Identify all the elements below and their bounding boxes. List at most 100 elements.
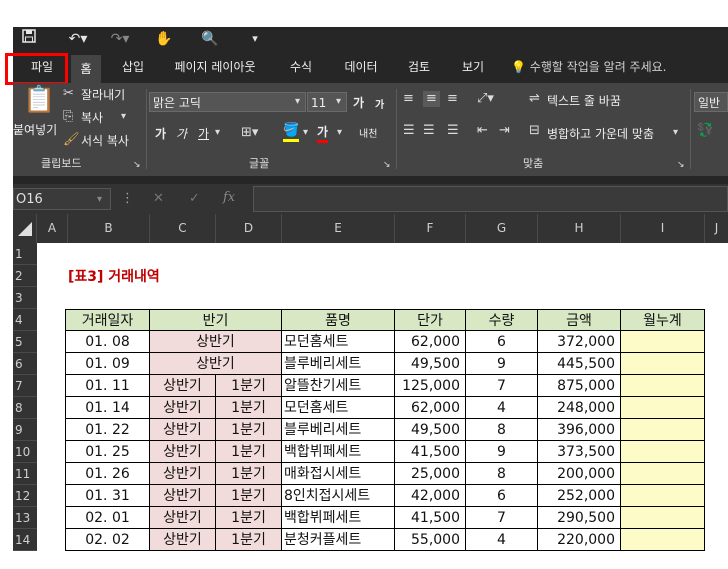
cell-item[interactable]: 블루베리세트 bbox=[282, 419, 395, 441]
cell-price[interactable]: 41,500 bbox=[395, 507, 466, 529]
customize-qat-icon[interactable]: ▾ bbox=[247, 29, 263, 49]
column-header[interactable]: D bbox=[216, 214, 282, 243]
currency-icon[interactable]: 💱 bbox=[697, 123, 713, 139]
column-header[interactable]: E bbox=[282, 214, 395, 243]
cell-cumulative[interactable] bbox=[621, 485, 705, 507]
cell-quarter[interactable]: 1분기 bbox=[216, 463, 282, 485]
cell-cumulative[interactable] bbox=[621, 419, 705, 441]
chevron-down-icon[interactable]: ▾ bbox=[295, 94, 300, 110]
cell-amount[interactable]: 200,000 bbox=[538, 463, 621, 485]
cell-quarter[interactable]: 1분기 bbox=[216, 485, 282, 507]
cell-amount[interactable]: 875,000 bbox=[538, 375, 621, 397]
shrink-font-button[interactable]: 가 bbox=[375, 96, 384, 111]
cell-amount[interactable]: 290,500 bbox=[538, 507, 621, 529]
cell-cumulative[interactable] bbox=[621, 397, 705, 419]
decrease-indent-icon[interactable]: ⇤ bbox=[477, 123, 488, 139]
row-header[interactable]: 9 bbox=[13, 419, 37, 441]
cell-quarter[interactable]: 1분기 bbox=[216, 419, 282, 441]
cell-price[interactable]: 42,000 bbox=[395, 485, 466, 507]
merge-icon[interactable]: ⊟ bbox=[529, 123, 540, 139]
column-header[interactable]: G bbox=[466, 214, 538, 243]
cell-half[interactable]: 상반기 bbox=[150, 331, 282, 353]
cell-date[interactable]: 01. 14 bbox=[65, 397, 150, 419]
tab-home[interactable]: 홈 bbox=[71, 55, 101, 83]
cell-item[interactable]: 매화접시세트 bbox=[282, 463, 395, 485]
wrap-text-button[interactable]: 텍스트 줄 바꿈 bbox=[547, 92, 621, 109]
row-header[interactable]: 11 bbox=[13, 463, 37, 485]
paste-button[interactable]: 붙여넣기 bbox=[13, 121, 57, 138]
fill-color-icon[interactable]: 🪣 bbox=[283, 123, 300, 142]
cell-amount[interactable]: 252,000 bbox=[538, 485, 621, 507]
align-center-icon[interactable]: ☰ bbox=[423, 123, 435, 139]
cell-amount[interactable]: 372,000 bbox=[538, 331, 621, 353]
header-cumulative[interactable]: 월누계 bbox=[621, 309, 705, 331]
enter-icon[interactable]: ✓ bbox=[189, 191, 200, 207]
chevron-down-icon[interactable]: ▾ bbox=[303, 125, 308, 141]
bold-button[interactable]: 가 bbox=[155, 125, 166, 142]
cell-cumulative[interactable] bbox=[621, 441, 705, 463]
cell-qty[interactable]: 4 bbox=[466, 397, 538, 419]
cell-item[interactable]: 백합뷔페세트 bbox=[282, 507, 395, 529]
cell-item[interactable]: 모던홈세트 bbox=[282, 397, 395, 419]
cell-date[interactable]: 01. 25 bbox=[65, 441, 150, 463]
column-header[interactable]: C bbox=[150, 214, 216, 243]
cell-date[interactable]: 01. 31 bbox=[65, 485, 150, 507]
tab-view[interactable]: 보기 bbox=[453, 51, 493, 83]
insert-function-icon[interactable]: fx bbox=[223, 190, 235, 206]
chevron-down-icon[interactable]: ▾ bbox=[337, 125, 342, 141]
cell-date[interactable]: 01. 26 bbox=[65, 463, 150, 485]
cell-price[interactable]: 55,000 bbox=[395, 529, 466, 551]
tell-me-box[interactable]: 💡 수행할 작업을 알려 주세요. bbox=[511, 51, 701, 83]
cell-quarter[interactable]: 1분기 bbox=[216, 397, 282, 419]
chevron-down-icon[interactable]: ▾ bbox=[97, 192, 102, 208]
row-header[interactable]: 2 bbox=[13, 265, 37, 287]
cell-half[interactable]: 상반기 bbox=[150, 441, 216, 463]
cell-amount[interactable]: 248,000 bbox=[538, 397, 621, 419]
cell-date[interactable]: 02. 02 bbox=[65, 529, 150, 551]
tab-data[interactable]: 데이터 bbox=[335, 51, 387, 83]
undo-icon[interactable]: ↶▾ bbox=[63, 29, 93, 49]
cell-price[interactable]: 25,000 bbox=[395, 463, 466, 485]
save-icon[interactable] bbox=[19, 29, 39, 49]
copy-button[interactable]: 복사 bbox=[81, 109, 103, 126]
row-header[interactable]: 14 bbox=[13, 529, 37, 551]
align-right-icon[interactable]: ☰ bbox=[447, 123, 459, 139]
paste-icon[interactable]: 📋 bbox=[23, 85, 55, 115]
cell-cumulative[interactable] bbox=[621, 529, 705, 551]
header-item[interactable]: 품명 bbox=[282, 309, 395, 331]
cell-quarter[interactable]: 1분기 bbox=[216, 441, 282, 463]
redo-icon[interactable]: ↷▾ bbox=[105, 29, 135, 49]
column-header[interactable]: I bbox=[621, 214, 705, 243]
merge-center-button[interactable]: 병합하고 가운데 맞춤 bbox=[547, 125, 654, 142]
cell-amount[interactable]: 445,500 bbox=[538, 353, 621, 375]
cell-qty[interactable]: 7 bbox=[466, 375, 538, 397]
row-header[interactable]: 7 bbox=[13, 375, 37, 397]
cell-date[interactable]: 01. 22 bbox=[65, 419, 150, 441]
header-half[interactable]: 반기 bbox=[150, 309, 282, 331]
tab-review[interactable]: 검토 bbox=[399, 51, 439, 83]
cell-cumulative[interactable] bbox=[621, 375, 705, 397]
tab-page-layout[interactable]: 페이지 레이아웃 bbox=[165, 51, 265, 83]
cell-half[interactable]: 상반기 bbox=[150, 375, 216, 397]
align-middle-icon[interactable]: ≡ bbox=[423, 91, 440, 107]
cell-qty[interactable]: 4 bbox=[466, 529, 538, 551]
cancel-icon[interactable]: ✕ bbox=[153, 191, 164, 207]
cell-item[interactable]: 모던홈세트 bbox=[282, 331, 395, 353]
align-bottom-icon[interactable]: ≡ bbox=[447, 91, 458, 107]
clipboard-launcher-icon[interactable]: ↘ bbox=[133, 157, 141, 173]
cell-qty[interactable]: 9 bbox=[466, 441, 538, 463]
cut-icon[interactable]: ✂ bbox=[63, 86, 74, 102]
align-top-icon[interactable]: ≡ bbox=[403, 91, 414, 107]
cell-qty[interactable]: 8 bbox=[466, 419, 538, 441]
cell-price[interactable]: 62,000 bbox=[395, 331, 466, 353]
touch-mode-icon[interactable]: ✋ bbox=[153, 29, 175, 49]
cell-qty[interactable]: 6 bbox=[466, 485, 538, 507]
font-color-button[interactable]: 가 bbox=[317, 123, 329, 143]
cell-item[interactable]: 블루베리세트 bbox=[282, 353, 395, 375]
cell-quarter[interactable]: 1분기 bbox=[216, 529, 282, 551]
tab-formulas[interactable]: 수식 bbox=[281, 51, 321, 83]
cell-half[interactable]: 상반기 bbox=[150, 397, 216, 419]
cell-price[interactable]: 125,000 bbox=[395, 375, 466, 397]
cell-qty[interactable]: 6 bbox=[466, 331, 538, 353]
cell-amount[interactable]: 396,000 bbox=[538, 419, 621, 441]
